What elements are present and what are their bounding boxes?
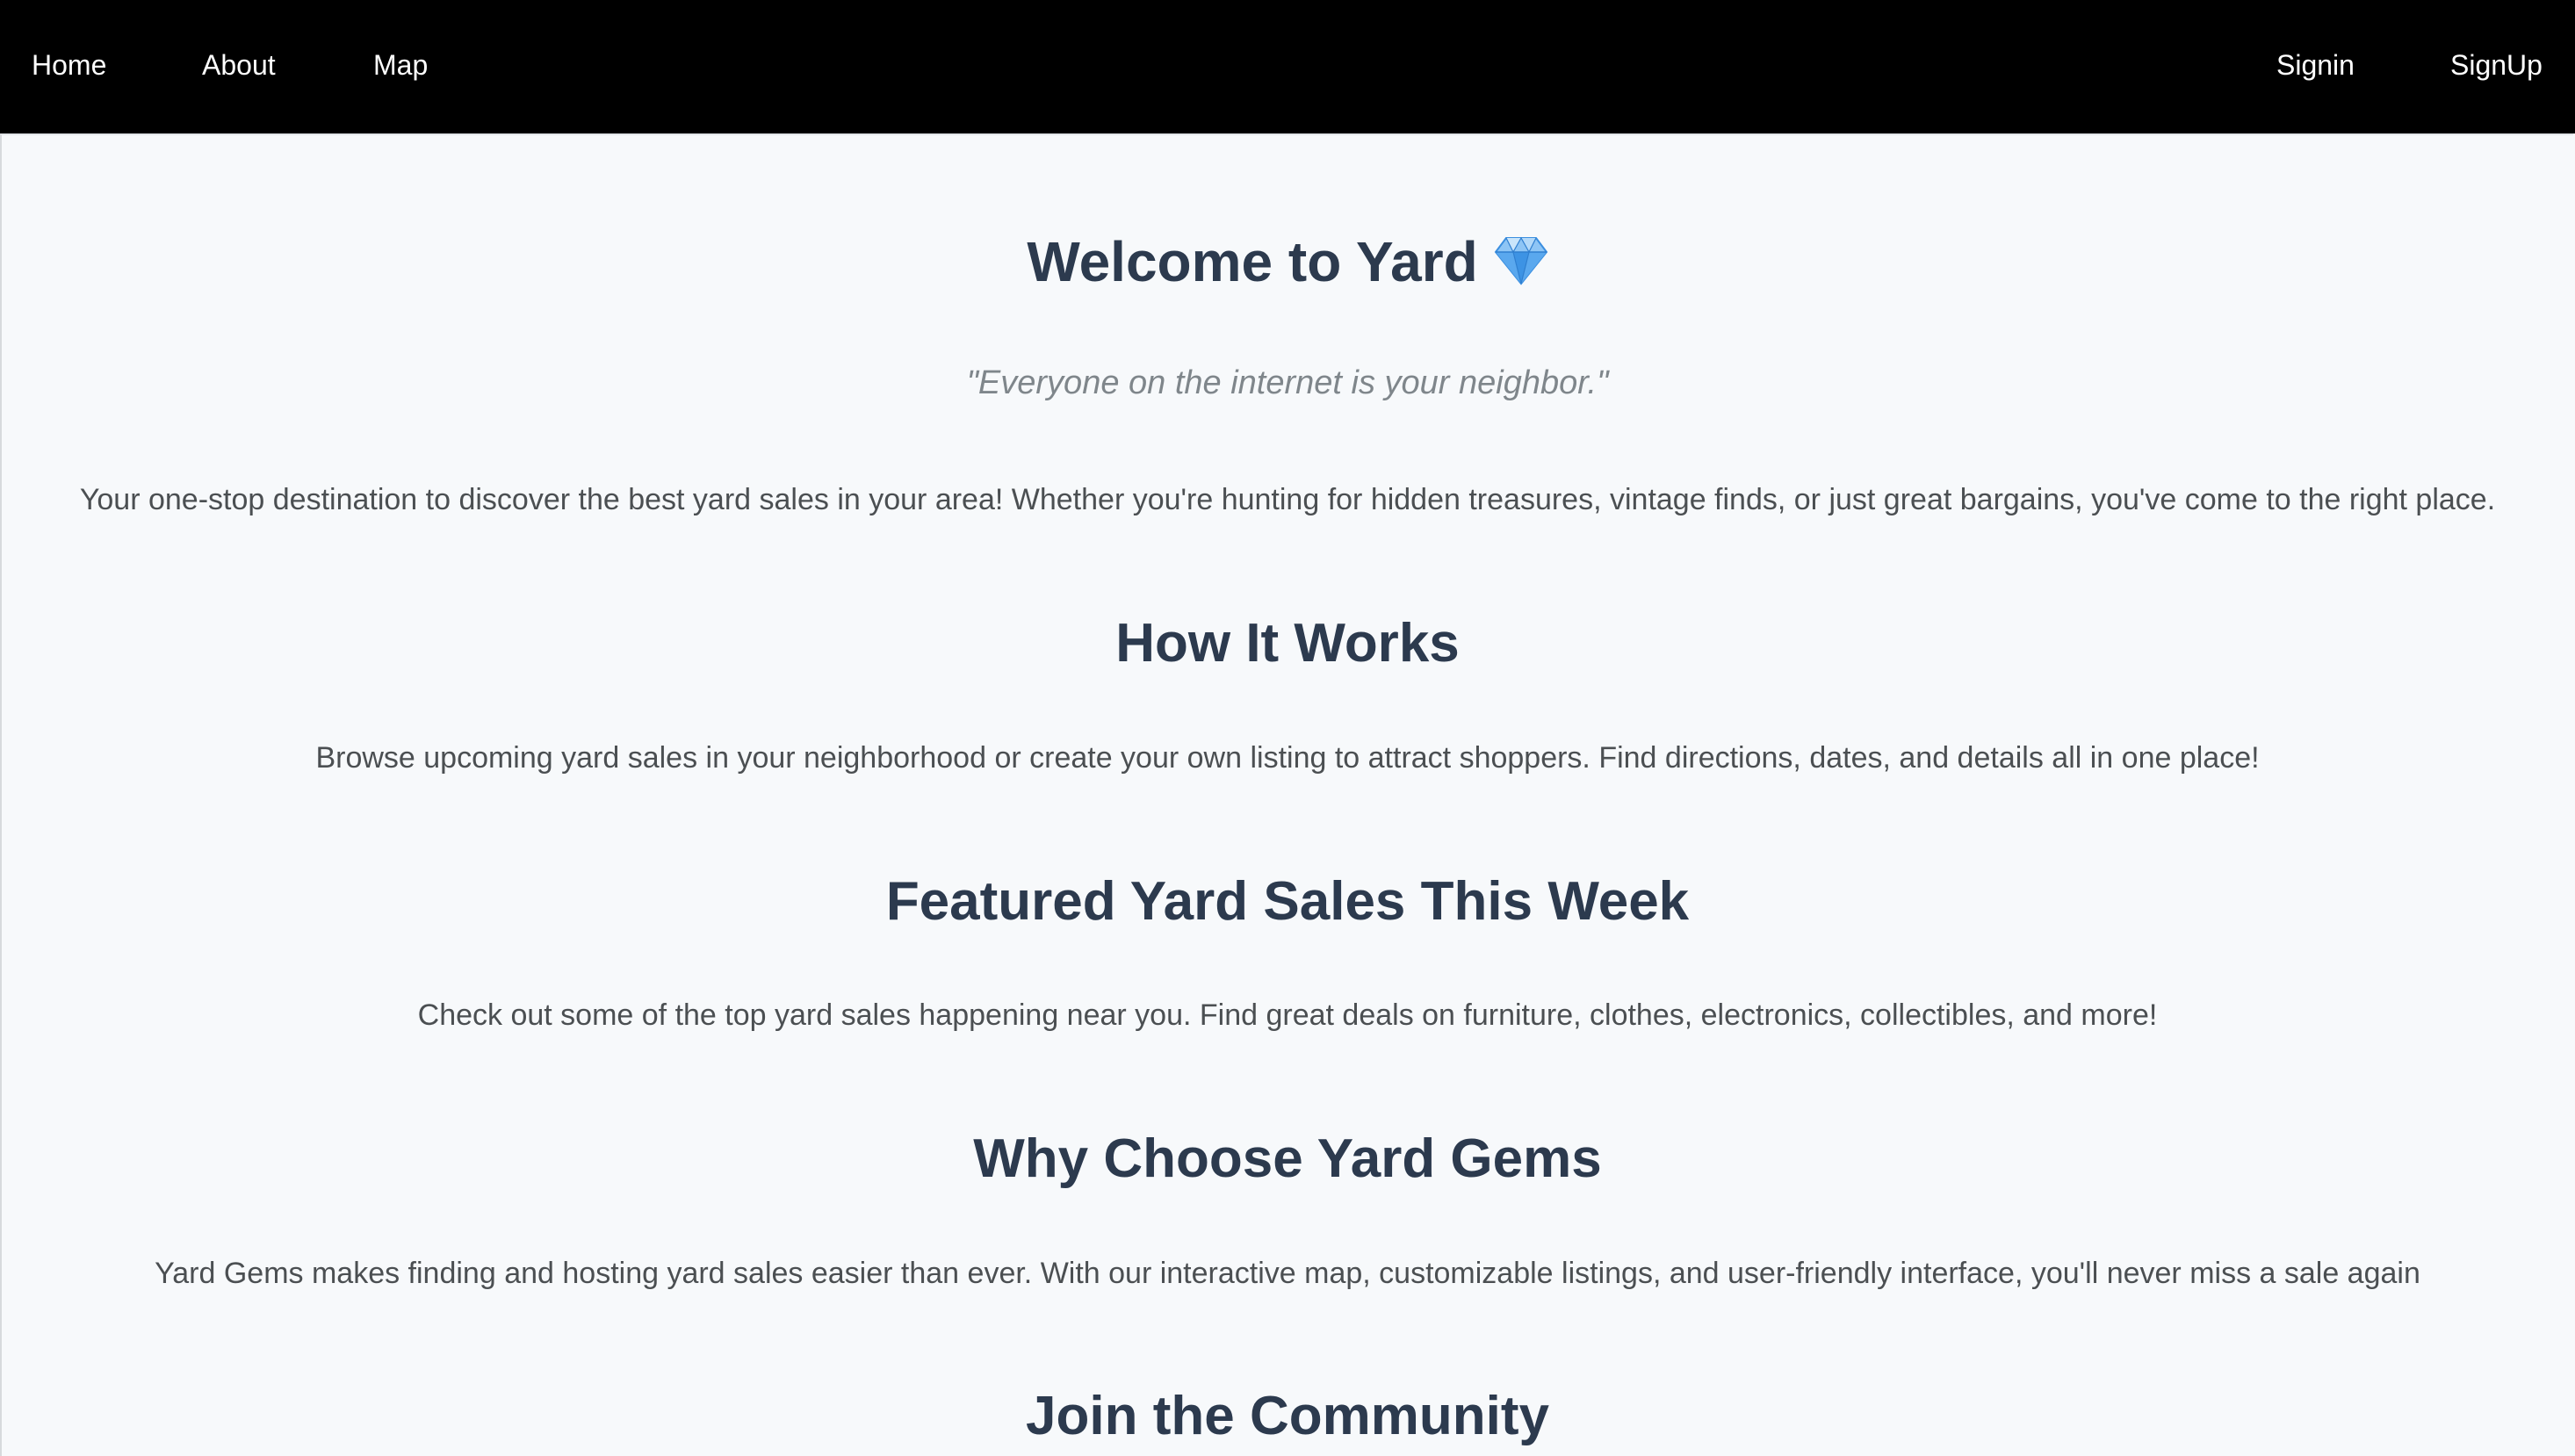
nav-signup-link[interactable]: SignUp <box>2450 46 2543 84</box>
how-it-works-heading: How It Works <box>1115 613 1460 674</box>
featured-text: Check out some of the top yard sales hap… <box>417 998 2158 1032</box>
why-choose-heading: Why Choose Yard Gems <box>973 1128 1602 1189</box>
why-choose-text: Yard Gems makes finding and hosting yard… <box>155 1257 2420 1290</box>
page-title-text: Welcome to Yard <box>1027 230 1478 293</box>
how-it-works-text: Browse upcoming yard sales in your neigh… <box>315 741 2260 775</box>
join-community-heading: Join the Community <box>1026 1386 1549 1446</box>
nav-about-link[interactable]: About <box>202 46 276 84</box>
nav-home-link[interactable]: Home <box>32 46 106 84</box>
top-navbar: Home About Map Signin SignUp <box>0 0 2575 133</box>
gem-icon <box>1494 236 1547 285</box>
featured-heading: Featured Yard Sales This Week <box>885 871 1690 932</box>
nav-signin-link[interactable]: Signin <box>2276 46 2355 84</box>
tagline-quote: "Everyone on the internet is your neighb… <box>966 364 1609 401</box>
nav-map-link[interactable]: Map <box>373 46 428 84</box>
intro-paragraph: Your one-stop destination to discover th… <box>79 483 2496 516</box>
main-content: Welcome to Yard "Everyone on the interne… <box>0 133 2573 1456</box>
page-title: Welcome to Yard <box>2 227 2573 297</box>
